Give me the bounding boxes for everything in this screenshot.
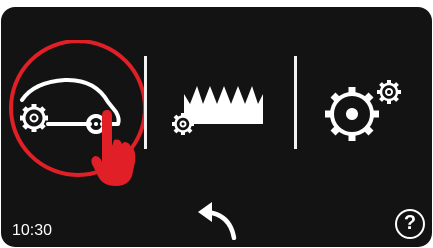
clock-time: 10:30 (12, 222, 53, 239)
grass-gear-icon (172, 86, 263, 135)
pointer-hand-icon (91, 110, 136, 186)
help-button[interactable]: ? (395, 209, 425, 239)
menu-item-grass-mode[interactable] (165, 80, 275, 140)
divider-2 (294, 56, 297, 149)
settings-gears-icon (325, 80, 401, 141)
menu-item-settings[interactable] (318, 72, 408, 144)
back-button[interactable] (196, 200, 240, 240)
device-screen: 10:30 ? (0, 0, 433, 248)
divider-1 (144, 56, 147, 149)
back-arrow-icon (198, 202, 237, 240)
